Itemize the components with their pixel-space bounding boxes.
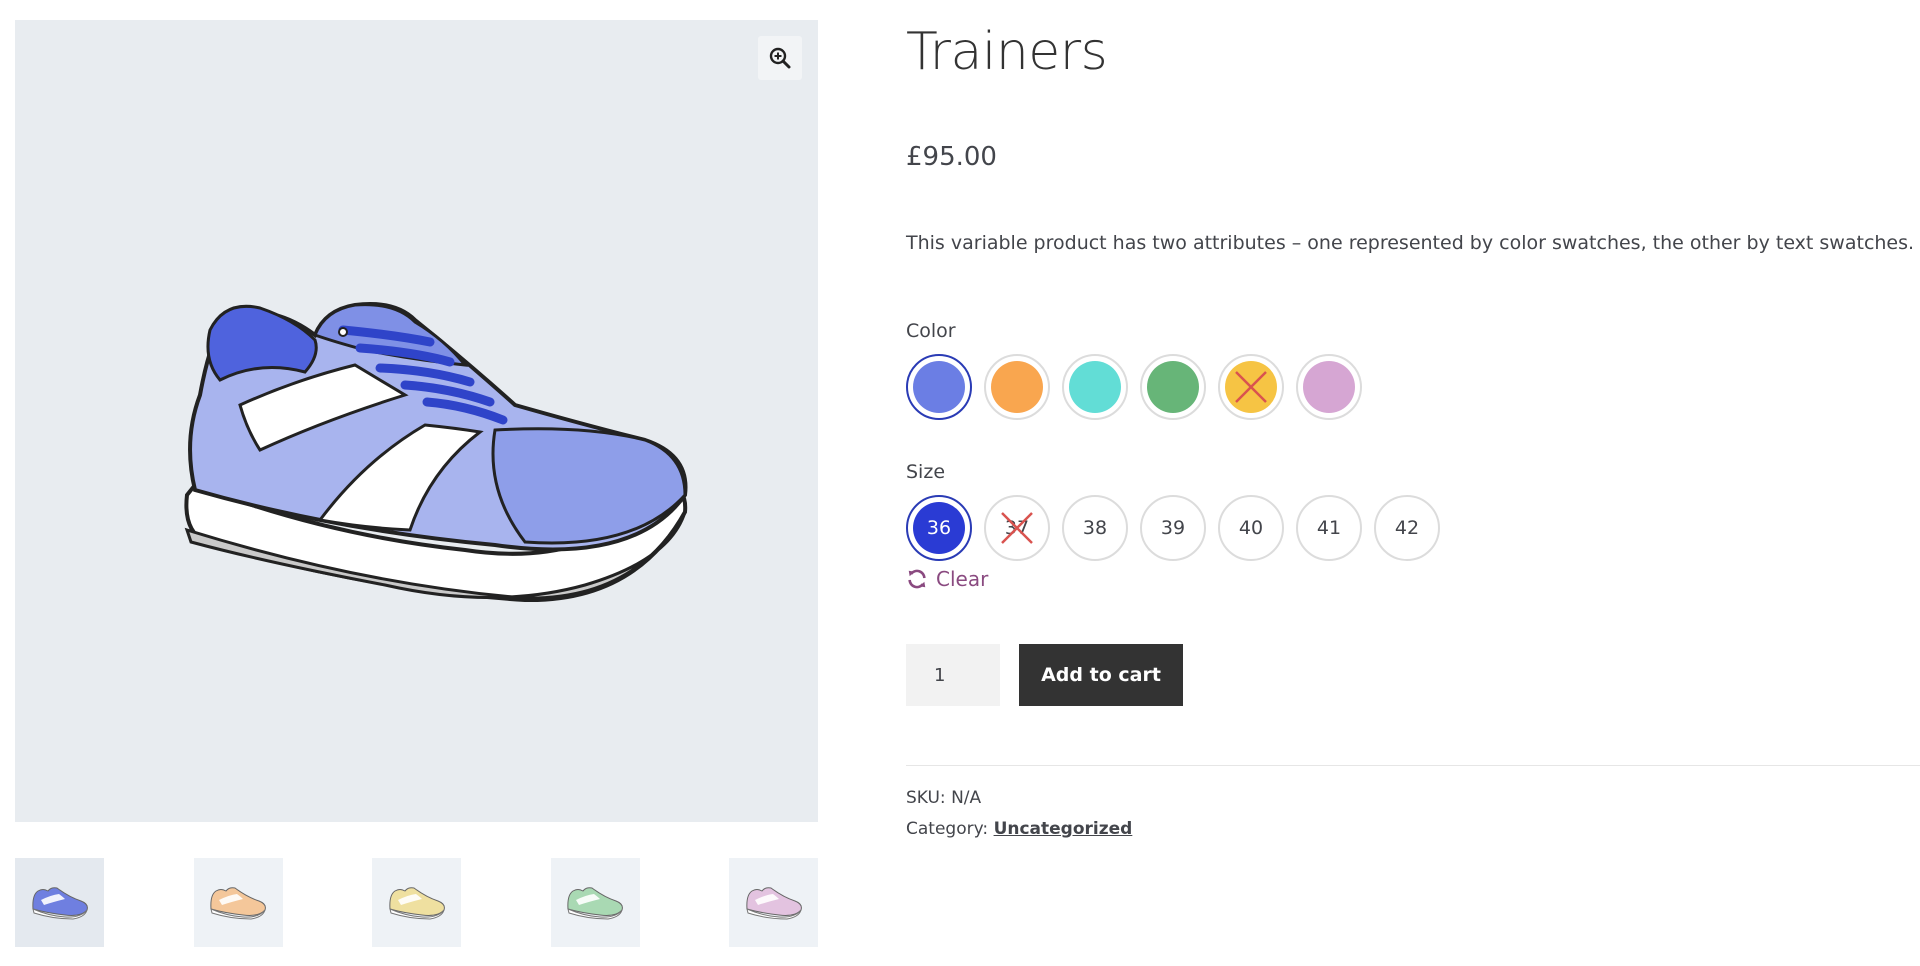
- product-description: This variable product has two attributes…: [906, 232, 1915, 254]
- size-swatch-label: 41: [1316, 517, 1342, 539]
- color-swatch-fill: [1069, 361, 1121, 413]
- color-swatch-fill: [1147, 361, 1199, 413]
- unavailable-cross-icon: [1235, 371, 1267, 403]
- shoe-thumbnail-icon: [567, 886, 623, 920]
- color-swatch-fill: [913, 361, 965, 413]
- size-swatch[interactable]: 38: [1062, 495, 1128, 561]
- add-to-cart-button[interactable]: Add to cart: [1019, 644, 1183, 706]
- size-swatch[interactable]: 40: [1218, 495, 1284, 561]
- zoom-button[interactable]: [758, 36, 802, 80]
- size-swatch-label: 38: [1082, 517, 1108, 539]
- sku-label: SKU:: [906, 788, 946, 808]
- color-swatch[interactable]: [1140, 354, 1206, 420]
- clear-label: Clear: [936, 567, 989, 591]
- category-label: Category:: [906, 819, 989, 839]
- shoe-thumbnail-icon: [745, 886, 802, 920]
- shoe-thumbnail-icon: [388, 886, 445, 920]
- color-swatch-fill: [1303, 361, 1355, 413]
- unavailable-cross-icon: [1001, 512, 1033, 544]
- product-price: £95.00: [906, 142, 997, 172]
- quantity-input[interactable]: [906, 644, 1000, 706]
- shoe-thumbnail-icon: [210, 886, 266, 920]
- color-swatch[interactable]: [1218, 354, 1284, 420]
- shoe-illustration: [184, 302, 688, 603]
- size-swatch-label: 36: [926, 517, 952, 539]
- product-summary: Trainers £95.00 This variable product ha…: [906, 0, 1920, 966]
- color-swatch[interactable]: [1062, 354, 1128, 420]
- thumbnail[interactable]: [15, 858, 104, 947]
- product-title: Trainers: [906, 22, 1108, 82]
- size-swatch[interactable]: 41: [1296, 495, 1362, 561]
- divider: [906, 765, 1920, 766]
- thumbnail[interactable]: [372, 858, 461, 947]
- thumbnail[interactable]: [729, 858, 818, 947]
- zoom-in-icon: [769, 47, 791, 69]
- color-swatch-fill: [991, 361, 1043, 413]
- size-swatch[interactable]: 36: [906, 495, 972, 561]
- clear-selection-link[interactable]: Clear: [906, 567, 988, 591]
- category-link[interactable]: Uncategorized: [994, 819, 1133, 839]
- size-swatch[interactable]: 42: [1374, 495, 1440, 561]
- color-attribute-label: Color: [906, 320, 956, 342]
- thumbnail[interactable]: [550, 858, 640, 947]
- size-attribute-label: Size: [906, 461, 946, 483]
- shoe-thumbnail-icon: [31, 886, 88, 920]
- thumbnail[interactable]: [193, 858, 283, 947]
- size-swatch[interactable]: 39: [1140, 495, 1206, 561]
- product-main-image[interactable]: [15, 20, 818, 822]
- color-swatch[interactable]: [984, 354, 1050, 420]
- sku-line: SKU: N/A: [906, 788, 981, 808]
- color-swatch[interactable]: [906, 354, 972, 420]
- size-swatch-label: 40: [1238, 517, 1264, 539]
- size-swatch-label: 42: [1394, 517, 1420, 539]
- size-swatch-label: 39: [1160, 517, 1186, 539]
- color-swatch[interactable]: [1296, 354, 1362, 420]
- size-swatch[interactable]: 37: [984, 495, 1050, 561]
- sku-value: N/A: [951, 788, 982, 808]
- thumbnail-strip: [15, 858, 818, 948]
- category-line: Category: Uncategorized: [906, 819, 1132, 839]
- refresh-icon: [908, 569, 926, 589]
